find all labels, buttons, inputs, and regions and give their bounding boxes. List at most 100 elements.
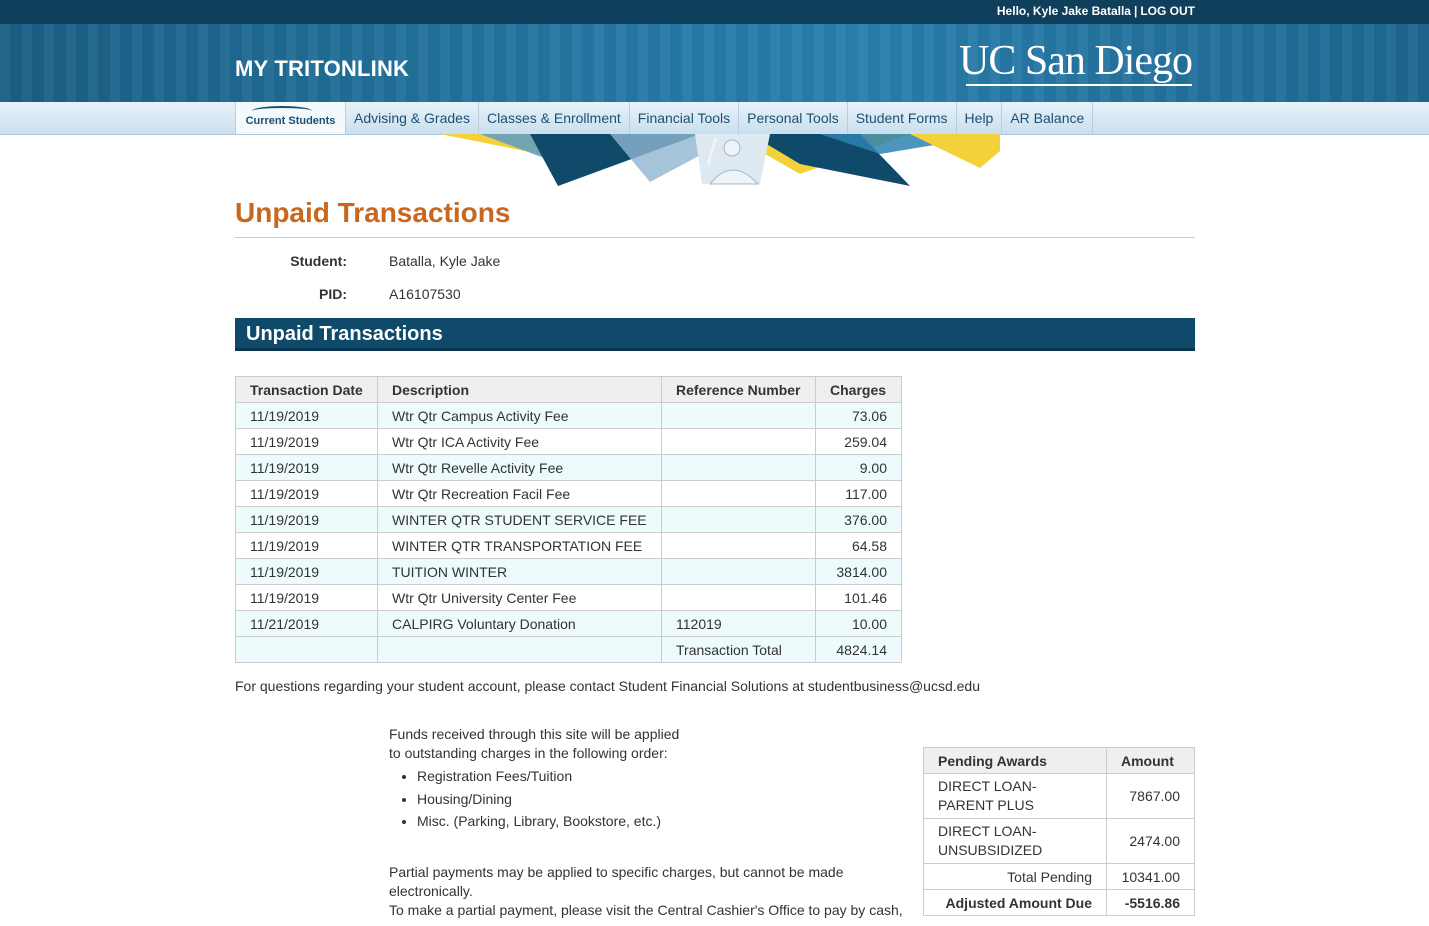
col-transaction-date: Transaction Date	[235, 376, 378, 403]
cell-reference	[661, 454, 816, 481]
student-label: Student:	[290, 253, 347, 269]
awards-header-row: Pending Awards Amount	[923, 747, 1195, 774]
award-name: DIRECT LOAN- UNSUBSIDIZED	[923, 818, 1107, 864]
cell-description: Wtr Qtr Revelle Activity Fee	[377, 454, 662, 481]
title-divider	[235, 237, 1195, 238]
header-separator: |	[1133, 4, 1138, 18]
pid-value: A16107530	[389, 286, 461, 302]
site-banner: MY TRITONLINK UC San Diego	[0, 24, 1429, 102]
cell-charge: 259.04	[815, 428, 902, 455]
partial-line-2: To make a partial payment, please visit …	[389, 902, 903, 918]
table-row: 11/19/2019 Wtr Qtr Revelle Activity Fee …	[235, 454, 902, 481]
user-greeting: Hello, Kyle Jake Batalla	[996, 4, 1131, 18]
cell-date: 11/19/2019	[235, 558, 378, 585]
page-title: Unpaid Transactions	[235, 197, 511, 228]
cell-reference: 112019	[661, 610, 816, 637]
cell-empty	[235, 636, 378, 663]
main-nav-bar: Current Students Advising & Grades Class…	[0, 102, 1429, 135]
table-row: 11/19/2019 Wtr Qtr ICA Activity Fee 259.…	[235, 428, 902, 455]
cell-reference	[661, 584, 816, 611]
cell-reference	[661, 558, 816, 585]
cell-charge: 64.58	[815, 532, 902, 559]
award-row: DIRECT LOAN- PARENT PLUS 7867.00	[923, 773, 1195, 819]
adjusted-amount-label: Adjusted Amount Due	[923, 889, 1107, 916]
cell-description: CALPIRG Voluntary Donation	[377, 610, 662, 637]
nav-personal-tools[interactable]: Personal Tools	[738, 102, 847, 134]
award-amount: 2474.00	[1106, 818, 1195, 864]
nav-student-forms[interactable]: Student Forms	[846, 102, 956, 134]
cell-charge: 376.00	[815, 506, 902, 533]
table-header-row: Transaction Date Description Reference N…	[235, 376, 902, 403]
cell-charge: 9.00	[815, 454, 902, 481]
col-amount: Amount	[1106, 747, 1195, 774]
transaction-total-row: Transaction Total 4824.14	[235, 636, 902, 663]
total-pending-value: 10341.00	[1106, 863, 1195, 890]
col-reference-number: Reference Number	[661, 376, 816, 403]
student-value: Batalla, Kyle Jake	[389, 253, 501, 269]
partial-line-1: Partial payments may be applied to speci…	[389, 864, 844, 899]
nav-advising-grades[interactable]: Advising & Grades	[345, 102, 478, 134]
pid-label: PID:	[319, 286, 347, 302]
cell-date: 11/19/2019	[235, 454, 378, 481]
user-greeting-area: Hello, Kyle Jake Batalla | LOG OUT	[997, 4, 1195, 18]
section-header: Unpaid Transactions	[235, 318, 1195, 351]
contact-text: For questions regarding your student acc…	[235, 678, 981, 694]
total-pending-label: Total Pending	[923, 863, 1107, 890]
award-amount: 7867.00	[1106, 773, 1195, 819]
table-row: 11/19/2019 TUITION WINTER 3814.00	[235, 558, 902, 585]
award-name: DIRECT LOAN- PARENT PLUS	[923, 773, 1107, 819]
cell-description: Wtr Qtr Recreation Facil Fee	[377, 480, 662, 507]
table-row: 11/19/2019 WINTER QTR TRANSPORTATION FEE…	[235, 532, 902, 559]
cell-date: 11/19/2019	[235, 532, 378, 559]
cell-reference	[661, 480, 816, 507]
cell-description: WINTER QTR STUDENT SERVICE FEE	[377, 506, 662, 533]
col-charges: Charges	[815, 376, 902, 403]
ucsd-logo[interactable]: UC San Diego	[959, 40, 1193, 82]
cell-charge: 101.46	[815, 584, 902, 611]
pending-awards-table: Pending Awards Amount DIRECT LOAN- PARENT…	[923, 747, 1195, 916]
logout-link[interactable]: LOG OUT	[1140, 4, 1195, 18]
nav-financial-tools[interactable]: Financial Tools	[628, 102, 738, 134]
cell-date: 11/19/2019	[235, 428, 378, 455]
cell-date: 11/19/2019	[235, 480, 378, 507]
partial-payment-info: Partial payments may be applied to speci…	[389, 863, 909, 920]
list-item: Housing/Dining	[417, 788, 909, 811]
cell-description: Wtr Qtr ICA Activity Fee	[377, 428, 662, 455]
cell-date: 11/21/2019	[235, 610, 378, 637]
top-bar: Hello, Kyle Jake Batalla | LOG OUT	[0, 0, 1429, 24]
col-pending-awards: Pending Awards	[923, 747, 1107, 774]
transactions-table: Transaction Date Description Reference N…	[235, 376, 902, 663]
nav-current-students[interactable]: Current Students	[235, 102, 345, 134]
table-row: 11/19/2019 Wtr Qtr Recreation Facil Fee …	[235, 480, 902, 507]
cell-reference	[661, 402, 816, 429]
cell-date: 11/19/2019	[235, 506, 378, 533]
cell-description: Wtr Qtr University Center Fee	[377, 584, 662, 611]
funds-info: Funds received through this site will be…	[389, 725, 909, 833]
funds-order-list: Registration Fees/Tuition Housing/Dining…	[389, 765, 909, 833]
col-description: Description	[377, 376, 662, 403]
table-row: 11/21/2019 CALPIRG Voluntary Donation 11…	[235, 610, 902, 637]
cell-charge: 10.00	[815, 610, 902, 637]
nav-ar-balance[interactable]: AR Balance	[1001, 102, 1094, 134]
app-title[interactable]: MY TRITONLINK	[235, 56, 409, 82]
award-row: DIRECT LOAN- UNSUBSIDIZED 2474.00	[923, 818, 1195, 864]
cell-date: 11/19/2019	[235, 584, 378, 611]
total-pending-row: Total Pending 10341.00	[923, 863, 1195, 890]
funds-line-1: Funds received through this site will be…	[389, 726, 680, 742]
cell-description: WINTER QTR TRANSPORTATION FEE	[377, 532, 662, 559]
cell-reference	[661, 532, 816, 559]
cell-description: TUITION WINTER	[377, 558, 662, 585]
cell-reference	[661, 428, 816, 455]
list-item: Registration Fees/Tuition	[417, 765, 909, 788]
cell-description: Wtr Qtr Campus Activity Fee	[377, 402, 662, 429]
funds-line-2: to outstanding charges in the following …	[389, 745, 668, 761]
cell-charge: 117.00	[815, 480, 902, 507]
cell-reference	[661, 506, 816, 533]
cell-date: 11/19/2019	[235, 402, 378, 429]
nav-classes-enrollment[interactable]: Classes & Enrollment	[477, 102, 629, 134]
transaction-total-value: 4824.14	[815, 636, 902, 663]
nav-help[interactable]: Help	[955, 102, 1002, 134]
adjusted-amount-value: -5516.86	[1106, 889, 1195, 916]
list-item: Misc. (Parking, Library, Bookstore, etc.…	[417, 810, 909, 833]
cell-charge: 3814.00	[815, 558, 902, 585]
